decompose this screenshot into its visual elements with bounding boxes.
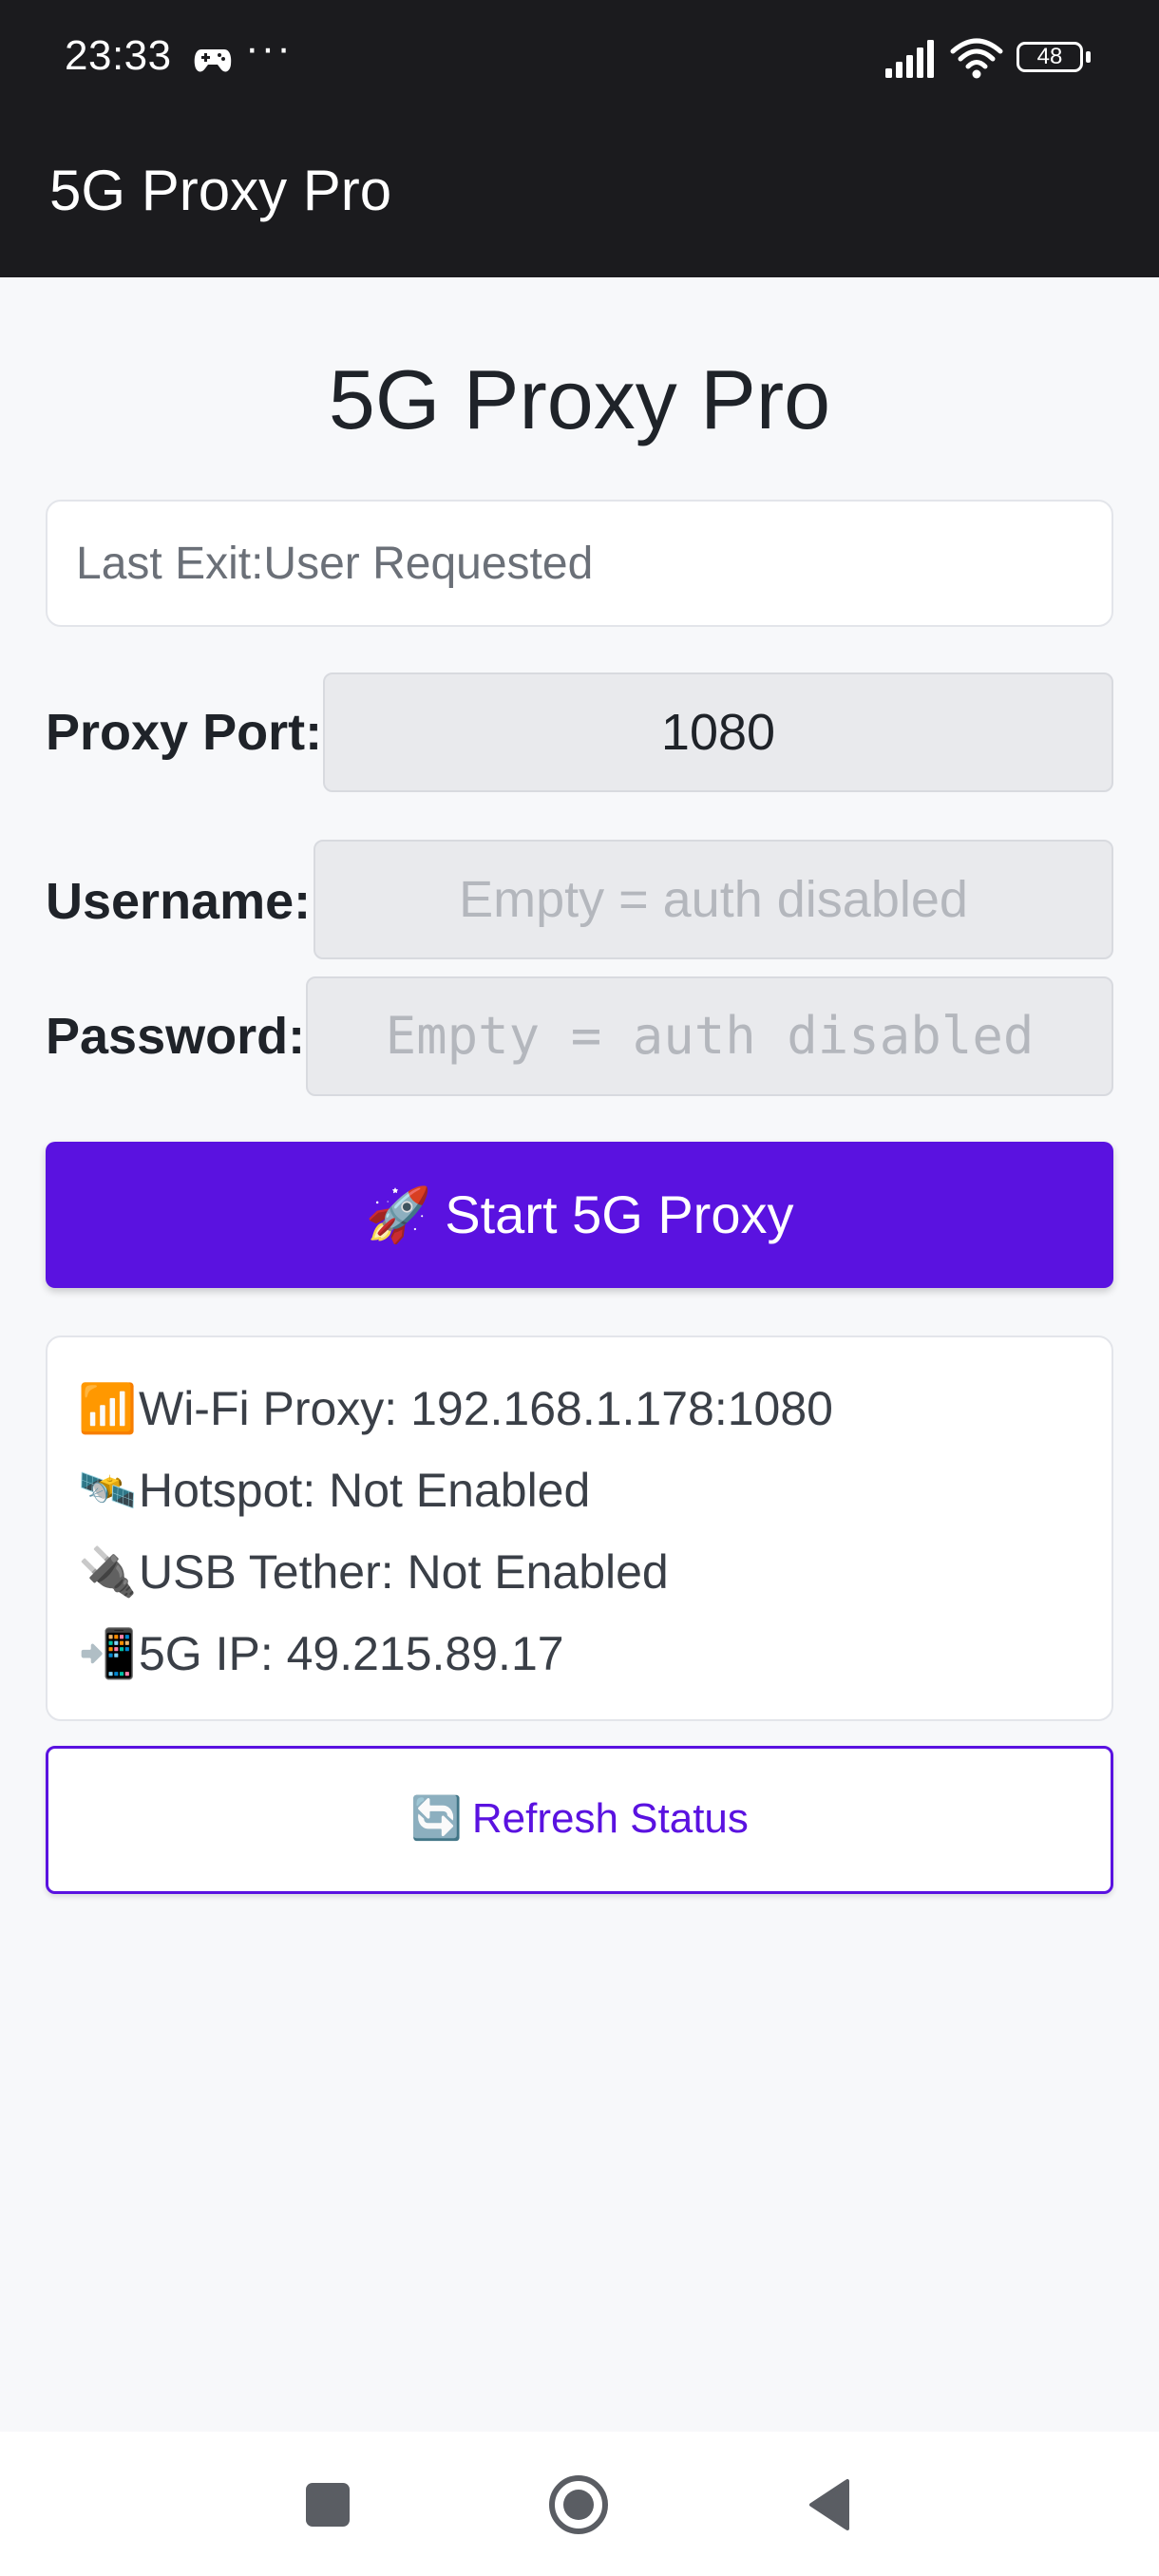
page-title: 5G Proxy Pro	[328, 352, 831, 446]
signal-bars-icon: 📶	[78, 1382, 138, 1435]
status-time: 23:33	[65, 32, 172, 79]
status-wifi-proxy: 📶Wi-Fi Proxy: 192.168.1.178:1080	[78, 1381, 833, 1437]
username-input[interactable]: Empty = auth disabled	[314, 840, 1113, 959]
battery-icon: 48	[1016, 42, 1094, 76]
plug-icon: 🔌	[78, 1545, 138, 1599]
proxy-port-label: Proxy Port:	[46, 704, 323, 761]
game-controller-icon	[194, 49, 232, 72]
refresh-icon: 🔄	[410, 1795, 463, 1842]
proxy-port-input[interactable]: 1080	[323, 672, 1113, 792]
status-hotspot-text: Hotspot: Not Enabled	[139, 1464, 591, 1517]
last-exit-text: Last Exit:User Requested	[76, 539, 594, 589]
status-usb-tether-text: USB Tether: Not Enabled	[139, 1545, 669, 1599]
navigation-bar	[0, 2432, 1159, 2576]
refresh-status-label: Refresh Status	[471, 1795, 749, 1842]
password-label: Password:	[46, 1008, 306, 1065]
status-hotspot: 🛰️Hotspot: Not Enabled	[78, 1463, 590, 1519]
app-bar-title: 5G Proxy Pro	[49, 159, 392, 222]
back-icon[interactable]	[806, 2477, 851, 2532]
last-exit-box: Last Exit:User Requested	[46, 500, 1113, 627]
status-5g-ip: 📲5G IP: 49.215.89.17	[78, 1626, 564, 1682]
signal-icon	[885, 40, 934, 78]
status-wifi-proxy-text: Wi-Fi Proxy: 192.168.1.178:1080	[139, 1382, 833, 1435]
home-icon[interactable]	[547, 2473, 610, 2536]
battery-level: 48	[1036, 44, 1063, 69]
rocket-icon: 🚀	[365, 1184, 432, 1244]
status-more-indicator: ···	[245, 25, 293, 71]
recents-icon[interactable]	[306, 2483, 350, 2527]
username-label: Username:	[46, 873, 312, 930]
status-usb-tether: 🔌USB Tether: Not Enabled	[78, 1544, 669, 1601]
status-card: 📶Wi-Fi Proxy: 192.168.1.178:1080 🛰️Hotsp…	[46, 1335, 1113, 1721]
wifi-icon	[950, 38, 1003, 79]
password-input[interactable]: Empty = auth disabled	[306, 976, 1113, 1096]
refresh-status-button[interactable]: 🔄 Refresh Status	[46, 1746, 1113, 1894]
top-bar: 23:33 ··· 48 5G Proxy Pro	[0, 0, 1159, 277]
status-5g-ip-text: 5G IP: 49.215.89.17	[139, 1627, 564, 1680]
satellite-icon: 🛰️	[78, 1464, 138, 1517]
start-proxy-button[interactable]: 🚀 Start 5G Proxy	[46, 1142, 1113, 1288]
phone-arrow-icon: 📲	[78, 1627, 138, 1680]
start-proxy-label: Start 5G Proxy	[445, 1184, 794, 1244]
